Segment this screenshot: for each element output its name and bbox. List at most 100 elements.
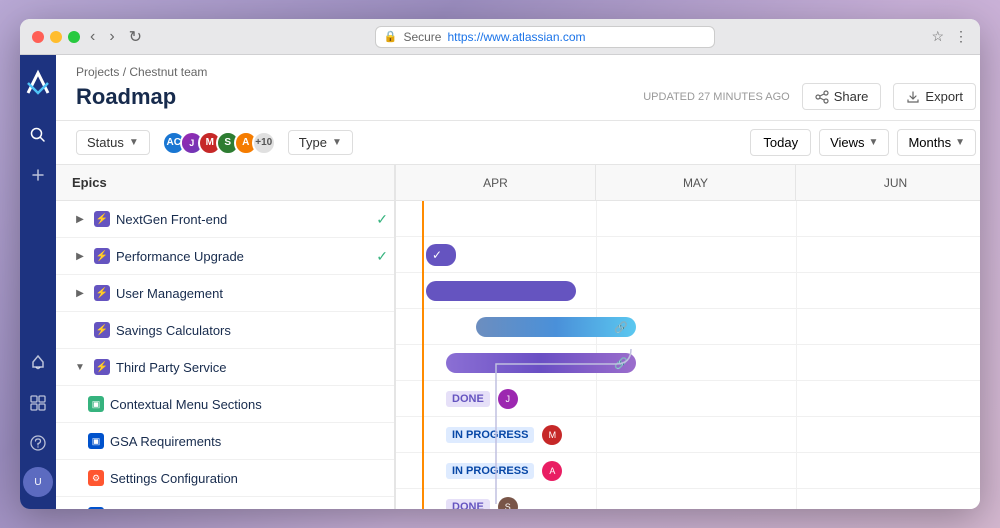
row-label: Savings Calculators [116,323,231,338]
bookmark-icon[interactable]: ☆ [931,28,944,45]
row-label: Performance Upgrade [116,249,244,264]
more-icon[interactable]: ⋮ [954,28,968,45]
gantt-row-7: IN PROGRESS M [396,417,980,453]
url-display[interactable]: https://www.atlassian.com [447,30,585,44]
row-icon: ▣ [88,433,104,449]
logo[interactable] [20,67,56,103]
header-actions: UPDATED 27 MINUTES AGO Share [643,83,976,110]
status-chevron: ▼ [129,137,139,148]
today-line [422,201,424,509]
row-icon: ⚡ [94,322,110,338]
titlebar: ‹ › ↻ 🔒 Secure https://www.atlassian.com… [20,19,980,55]
titlebar-right-actions: ☆ ⋮ [931,28,968,45]
gantt-months-header: APR MAY JUN [396,165,980,201]
table-row: ▣ Content Design Review [56,497,394,509]
sidebar-item-notifications[interactable] [22,347,54,379]
check-icon: ✓ [376,248,388,265]
row-icon: ▣ [88,396,104,412]
gantt-row-9: DONE S [396,489,980,509]
breadcrumb-team[interactable]: Chestnut team [129,65,207,79]
status-container: DONE J [446,389,518,409]
export-icon [906,90,920,104]
gantt-left-panel: Epics ▶ ⚡ NextGen Front-end ✓ [56,165,396,509]
export-button[interactable]: Export [893,83,976,110]
sidebar-item-add[interactable] [22,159,54,191]
gantt-row-2: ✓ [396,237,980,273]
row-icon: ⚙ [88,470,104,486]
today-button[interactable]: Today [750,129,811,156]
header-row: Roadmap UPDATED 27 MINUTES AGO S [76,83,976,110]
back-button[interactable]: ‹ [86,26,99,48]
main-content: Projects / Chestnut team Roadmap UPDATED… [56,55,980,509]
type-chevron: ▼ [332,137,342,148]
gantt-chart: APR MAY JUN [396,165,980,509]
expand-icon[interactable]: ▼ [72,359,88,375]
share-label: Share [834,89,869,104]
breadcrumb-projects[interactable]: Projects [76,65,119,79]
status-label: Status [87,135,124,150]
table-row: ▣ Contextual Menu Sections [56,386,394,423]
refresh-button[interactable]: ↻ [125,25,146,49]
close-button[interactable] [32,31,44,43]
gantt-row-8: IN PROGRESS A [396,453,980,489]
gantt-bar[interactable] [426,281,576,301]
months-button[interactable]: Months ▼ [897,129,976,156]
months-chevron: ▼ [955,137,965,148]
gantt-container: Epics ▶ ⚡ NextGen Front-end ✓ [56,165,980,509]
bar-link-icon: 🔗 [614,321,628,334]
assignee-avatar: J [498,389,518,409]
sidebar-item-apps[interactable] [22,387,54,419]
maximize-button[interactable] [68,31,80,43]
forward-button[interactable]: › [105,26,118,48]
row-label: GSA Requirements [110,434,221,449]
expand-icon[interactable]: ▶ [72,248,88,264]
type-filter[interactable]: Type ▼ [288,130,353,155]
table-row: ▶ ⚡ Performance Upgrade ✓ [56,238,394,275]
views-chevron: ▼ [869,137,879,148]
share-button[interactable]: Share [802,83,882,110]
expand-icon[interactable]: ▶ [72,285,88,301]
views-button[interactable]: Views ▼ [819,129,889,156]
sidebar-item-search[interactable] [22,119,54,151]
row-cell: ▶ ⚡ Savings Calculators [56,312,396,348]
month-apr: APR [396,165,596,200]
avatar-stack[interactable]: AC J M S A +10 [162,131,276,155]
row-icon: ⚡ [94,248,110,264]
toolbar: Status ▼ AC J M S A +10 [56,121,980,165]
sidebar-item-help[interactable] [22,427,54,459]
status-container: DONE S [446,497,518,509]
breadcrumb: Projects / Chestnut team [76,65,976,79]
assignee-avatar: S [498,497,518,509]
status-badge: IN PROGRESS [446,427,534,443]
table-row: ⚙ Settings Configuration [56,460,394,497]
status-filter[interactable]: Status ▼ [76,130,150,155]
traffic-lights [32,31,80,43]
row-label: Contextual Menu Sections [110,397,262,412]
gantt-row-1 [396,201,980,237]
gantt-bar[interactable]: 🔗 [446,353,636,373]
gantt-row-6: DONE J [396,381,980,417]
minimize-button[interactable] [50,31,62,43]
row-label: Content Design Review [110,508,246,510]
gantt-row-3 [396,273,980,309]
check-icon: ✓ [376,211,388,228]
row-cell: ▣ Contextual Menu Sections [56,386,396,422]
status-container: IN PROGRESS M [446,425,562,445]
row-icon: ⚡ [94,285,110,301]
updated-label: UPDATED 27 MINUTES AGO [643,91,790,103]
status-badge: DONE [446,499,490,509]
expand-icon[interactable]: ▶ [72,211,88,227]
share-icon [815,90,829,104]
sidebar: U [20,55,56,509]
table-row: ▼ ⚡ Third Party Service [56,349,394,386]
avatar[interactable]: U [23,467,53,497]
gantt-bar[interactable]: 🔗 [476,317,636,337]
security-icon: 🔒 [384,30,398,43]
gantt-row-5: 🔗 [396,345,980,381]
table-row: ▣ GSA Requirements [56,423,394,460]
address-bar[interactable]: 🔒 Secure https://www.atlassian.com [375,26,715,48]
address-bar-container: 🔒 Secure https://www.atlassian.com [166,26,923,48]
table-row: ▶ ⚡ Savings Calculators [56,312,394,349]
page-header: Projects / Chestnut team Roadmap UPDATED… [56,55,980,121]
gantt-bar[interactable]: ✓ [426,244,456,266]
